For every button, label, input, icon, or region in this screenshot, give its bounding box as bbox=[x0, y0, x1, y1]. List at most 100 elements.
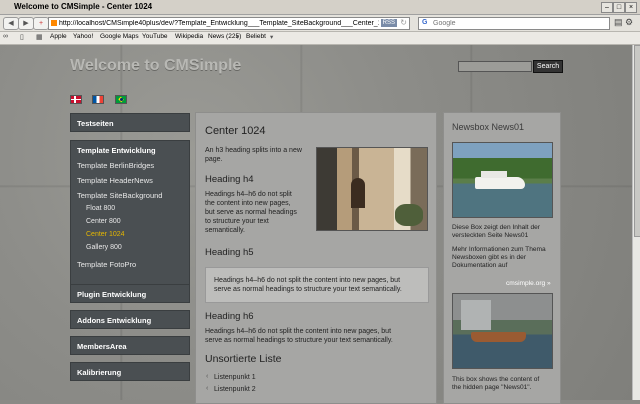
page-scrollbar[interactable] bbox=[632, 45, 640, 400]
paragraph-line: semantically. bbox=[205, 227, 245, 234]
newsbox-title: Newsbox News01 bbox=[452, 122, 525, 132]
google-search-input[interactable] bbox=[433, 18, 593, 29]
menu-item-center-1024[interactable]: Center 1024 bbox=[86, 231, 125, 238]
site-search-button[interactable]: Search bbox=[533, 60, 563, 73]
menu-box-testseiten: Testseiten bbox=[70, 113, 190, 132]
google-icon: G bbox=[422, 19, 428, 26]
bookmark-yahoo[interactable]: Yahoo! bbox=[73, 33, 93, 40]
list-item-label: Listenpunkt 1 bbox=[214, 374, 256, 381]
menu-item-testseiten[interactable]: Testseiten bbox=[77, 119, 114, 128]
cmsimple-link[interactable]: cmsimple.org » bbox=[506, 280, 551, 287]
paragraph-line: serve as normal headings to structure yo… bbox=[205, 337, 393, 344]
maximize-button[interactable]: □ bbox=[613, 2, 625, 13]
menu-item-kalibrierung[interactable]: Kalibrierung bbox=[77, 368, 121, 377]
paragraph-line: versteckten Seite News01 bbox=[452, 232, 529, 239]
intro-text: An h3 heading splits into a new page. bbox=[205, 146, 302, 164]
paragraph-line: Newsboxen gibt es in der bbox=[452, 254, 527, 261]
paragraph-line: This box shows the content of bbox=[452, 376, 540, 383]
paragraph-line: Diese Box zeigt den Inhalt der bbox=[452, 224, 540, 231]
main-content: Center 1024 An h3 heading splits into a … bbox=[195, 112, 437, 404]
top-sites-grid-icon[interactable]: ▦ bbox=[36, 33, 43, 41]
heading-unsorted-list: Unsortierte Liste bbox=[205, 353, 282, 365]
flag-french-icon[interactable] bbox=[92, 95, 104, 104]
chevron-down-icon[interactable]: ▾ bbox=[270, 33, 273, 41]
harbor-boat-photo bbox=[452, 293, 553, 369]
list-item: Listenpunkt 1 bbox=[206, 373, 256, 381]
paragraph-line: to structure your text bbox=[205, 218, 269, 225]
address-bar[interactable]: RSS ↻ bbox=[48, 17, 410, 30]
menu-box-kalibrierung: Kalibrierung bbox=[70, 362, 190, 381]
reload-icon[interactable]: ↻ bbox=[400, 18, 407, 27]
bookmark-wikipedia[interactable]: Wikipedia bbox=[175, 33, 203, 40]
bookmark-beliebt[interactable]: Beliebt bbox=[246, 33, 266, 40]
menu-box-membersarea: MembersArea bbox=[70, 336, 190, 355]
newsbox-text-3: This box shows the content of the hidden… bbox=[452, 376, 554, 392]
site-search-input[interactable] bbox=[458, 61, 532, 72]
window-titlebar: Welcome to CMSimple - Center 1024 – □ × bbox=[0, 0, 640, 15]
forward-button[interactable]: ▶ bbox=[18, 17, 34, 30]
flag-danish-icon[interactable] bbox=[70, 95, 82, 104]
heading-h6: Heading h6 bbox=[205, 311, 254, 322]
list-item: Listenpunkt 2 bbox=[206, 385, 256, 393]
bookmarks-bar: ∞ ▯ ▦ Apple Yahoo! Google Maps YouTube W… bbox=[0, 32, 640, 45]
h4-paragraph: Headings h4–h6 do not split the content … bbox=[205, 190, 297, 235]
bookmark-google-maps[interactable]: Google Maps bbox=[100, 33, 139, 40]
menu-item-gallery-800[interactable]: Gallery 800 bbox=[86, 244, 122, 251]
back-button[interactable]: ◀ bbox=[3, 17, 19, 30]
menu-item-center-800[interactable]: Center 800 bbox=[86, 218, 121, 225]
intro-line: page. bbox=[205, 156, 223, 163]
google-search-box[interactable]: G bbox=[418, 17, 610, 30]
quote-text: Headings h4–h6 do not split the content … bbox=[214, 276, 402, 294]
menu-item-membersarea[interactable]: MembersArea bbox=[77, 342, 127, 351]
menu-box-addons-entwicklung: Addons Entwicklung bbox=[70, 310, 190, 329]
list-item-label: Listenpunkt 2 bbox=[214, 386, 256, 393]
menu-item-template-fotopro[interactable]: Template FotoPro bbox=[77, 260, 136, 269]
paragraph-line: the hidden page "News01". bbox=[452, 384, 532, 391]
h6-paragraph: Headings h4–h6 do not split the content … bbox=[205, 327, 393, 345]
scrollbar-thumb[interactable] bbox=[634, 45, 640, 237]
paragraph-line: Headings h4–h6 do not split bbox=[205, 191, 292, 198]
minimize-button[interactable]: – bbox=[601, 2, 613, 13]
menu-item-template-headernews[interactable]: Template HeaderNews bbox=[77, 176, 153, 185]
menu-item-addons-entwicklung[interactable]: Addons Entwicklung bbox=[77, 316, 151, 325]
url-input[interactable] bbox=[59, 18, 379, 29]
intro-line: An h3 heading splits into a new bbox=[205, 147, 302, 154]
menu-item-float-800[interactable]: Float 800 bbox=[86, 205, 115, 212]
paragraph-line: the content into new pages, bbox=[205, 200, 291, 207]
menu-box-plugin-entwicklung: Plugin Entwicklung bbox=[70, 284, 190, 303]
close-button[interactable]: × bbox=[625, 2, 637, 13]
paragraph-line: but serve as normal headings bbox=[205, 209, 297, 216]
settings-icon[interactable]: ⚙ bbox=[625, 17, 633, 28]
paragraph-line: serve as normal headings to structure yo… bbox=[214, 286, 402, 293]
paragraph-line: Dokumentation auf bbox=[452, 262, 508, 269]
village-alley-photo bbox=[316, 147, 428, 231]
window-title: Welcome to CMSimple - Center 1024 bbox=[14, 2, 153, 11]
newsbox-text-1: Diese Box zeigt den Inhalt der versteckt… bbox=[452, 224, 554, 240]
heading-h4: Heading h4 bbox=[205, 174, 254, 185]
bookmark-youtube[interactable]: YouTube bbox=[142, 33, 168, 40]
heading-h5: Heading h5 bbox=[205, 247, 254, 258]
bookmark-apple[interactable]: Apple bbox=[50, 33, 67, 40]
page-menu-icon[interactable]: ▤ bbox=[614, 17, 623, 28]
paragraph-line: Mehr Informationen zum Thema bbox=[452, 246, 546, 253]
browser-toolbar: ◀ ▶ + RSS ↻ G ▤ ⚙ bbox=[0, 15, 640, 32]
site-title: Welcome to CMSimple bbox=[70, 57, 242, 74]
newsbox-text-2: Mehr Informationen zum Thema Newsboxen g… bbox=[452, 246, 554, 270]
riverboat-photo bbox=[452, 142, 553, 218]
newsbox: Newsbox News01 Diese Box zeigt den Inhal… bbox=[443, 112, 561, 404]
menu-item-plugin-entwicklung[interactable]: Plugin Entwicklung bbox=[77, 290, 146, 299]
chevron-down-icon[interactable]: ▾ bbox=[236, 33, 239, 41]
menu-item-template-berlinbridges[interactable]: Template BerlinBridges bbox=[77, 161, 154, 170]
history-book-icon[interactable]: ▯ bbox=[20, 33, 24, 41]
site-icon bbox=[51, 20, 57, 26]
page-title: Center 1024 bbox=[205, 125, 266, 137]
menu-box-template-entwicklung: Template Entwicklung Template BerlinBrid… bbox=[70, 140, 190, 297]
paragraph-line: Headings h4–h6 do not split the content … bbox=[205, 328, 392, 335]
rss-icon[interactable]: RSS bbox=[380, 19, 397, 27]
add-bookmark-button[interactable]: + bbox=[33, 17, 49, 30]
menu-item-template-entwicklung[interactable]: Template Entwicklung bbox=[77, 146, 156, 155]
reading-glasses-icon[interactable]: ∞ bbox=[3, 33, 8, 40]
flag-brazil-icon[interactable] bbox=[115, 95, 127, 104]
menu-item-template-sitebackground[interactable]: Template SiteBackground bbox=[77, 191, 162, 200]
paragraph-line: Headings h4–h6 do not split the content … bbox=[214, 277, 401, 284]
